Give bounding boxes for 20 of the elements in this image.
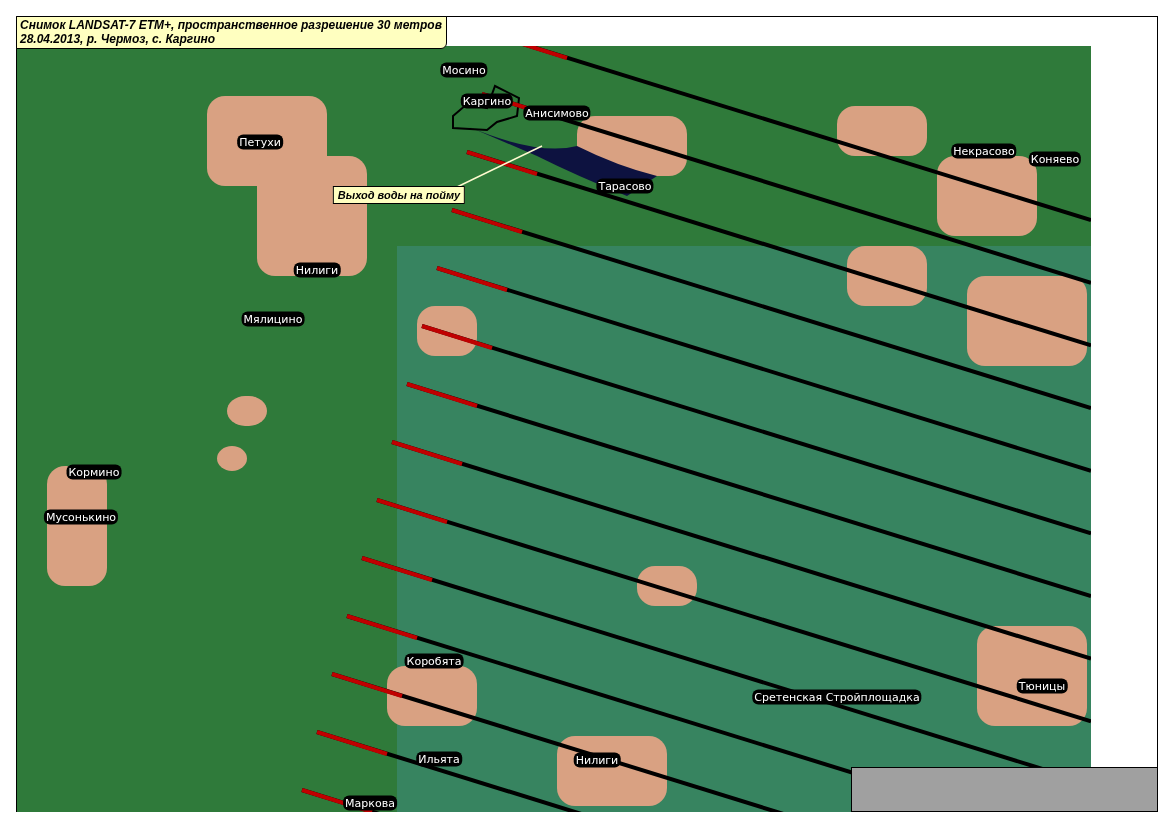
map-title-line: 28.04.2013, р. Чермоз, с. Каргино: [20, 32, 217, 46]
place-label: Коробята: [404, 653, 464, 669]
place-label: Коняево: [1028, 151, 1082, 167]
place-label: Нилиги: [573, 752, 621, 768]
map-title-line: Снимок LANDSAT-7 ETM+, пространственное разрешение 30 метров: [20, 18, 442, 32]
place-label: Нилиги: [293, 262, 341, 278]
place-label: Ильята: [416, 751, 462, 767]
place-label: Тарасово: [596, 178, 654, 194]
place-label: Маркова: [343, 795, 397, 811]
place-label: Каргино: [460, 93, 514, 109]
place-label: Кормино: [66, 464, 122, 480]
place-label: Некрасово: [951, 143, 1017, 159]
place-label: Мусонькино: [43, 509, 119, 525]
place-label: Сретенская Стройплощадка: [752, 689, 922, 705]
place-label: Тюницы: [1016, 678, 1068, 694]
callout-label: Выход воды на пойму: [332, 186, 466, 204]
place-label: Мялицино: [241, 311, 305, 327]
place-label: Анисимово: [523, 105, 591, 121]
place-label: Петухи: [237, 134, 283, 150]
place-label: Мосино: [440, 62, 488, 78]
